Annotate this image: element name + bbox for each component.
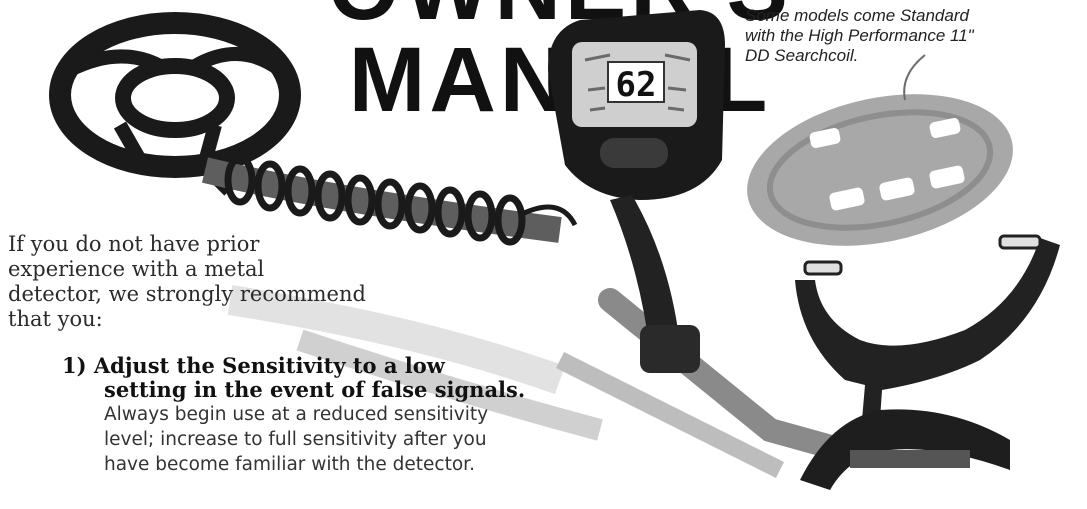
intro-line: detector, we strongly recommend [8, 282, 366, 306]
step-body-line: have become familiar with the detector. [104, 454, 475, 475]
display-reading: 62 [616, 65, 657, 105]
intro-line: that you: [8, 307, 103, 331]
step-1-body: Always begin use at a reduced sensitivit… [104, 402, 522, 477]
intro-line: experience with a metal [8, 257, 265, 281]
step-body-line: Always begin use at a reduced sensitivit… [104, 404, 489, 425]
search-coil [49, 12, 301, 196]
caption-line: Some models come Standard [745, 6, 969, 25]
step-1-heading: 1) Adjust the Sensitivity to a low setti… [62, 353, 526, 402]
searchcoil-caption: Some models come Standard with the High … [745, 6, 1085, 66]
arm-cuff [795, 234, 1060, 490]
step-heading-line: setting in the event of false signals. [104, 377, 526, 402]
intro-line: If you do not have prior [8, 232, 260, 256]
step-body-line: level; increase to full sensitivity afte… [104, 429, 487, 450]
caption-line: with the High Performance 11" [745, 26, 974, 45]
intro-paragraph: If you do not have prior experience with… [8, 232, 408, 332]
caption-line: DD Searchcoil. [745, 46, 859, 65]
step-heading-line: 1) Adjust the Sensitivity to a low [62, 353, 445, 378]
dd-searchcoil [747, 54, 1013, 246]
step-1: 1) Adjust the Sensitivity to a low setti… [62, 353, 526, 477]
